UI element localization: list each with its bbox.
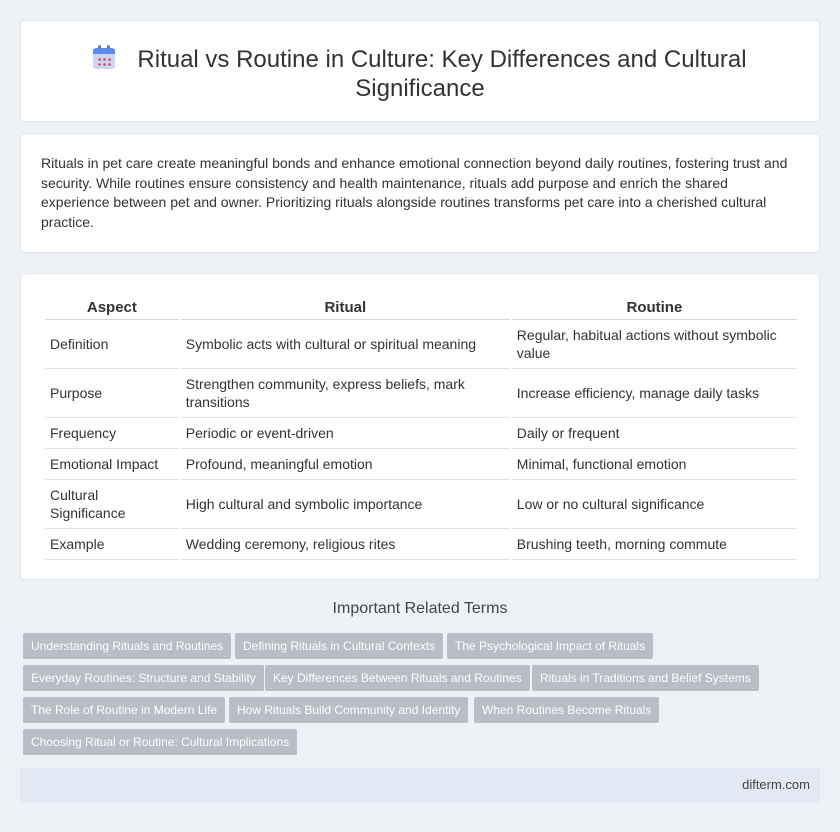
related-term-tag[interactable]: Key Differences Between Rituals and Rout… [265, 665, 530, 691]
related-term-tag[interactable]: Rituals in Traditions and Belief Systems [532, 665, 759, 691]
table-cell-routine: Regular, habitual actions without symbol… [511, 320, 797, 369]
related-term-tag[interactable]: Understanding Rituals and Routines [23, 633, 232, 659]
table-row: Cultural Significance High cultural and … [45, 480, 797, 529]
footer: difterm.com [20, 768, 820, 802]
table-cell-routine: Increase efficiency, manage daily tasks [511, 369, 797, 418]
table-cell-routine: Low or no cultural significance [511, 480, 797, 529]
table-cell-ritual: Periodic or event-driven [180, 418, 510, 449]
page-title: Ritual vs Routine in Culture: Key Differ… [21, 45, 819, 103]
related-term-tag[interactable]: Everyday Routines: Structure and Stabili… [23, 665, 264, 691]
table-cell-aspect: Definition [45, 320, 179, 369]
column-header-ritual: Ritual [180, 296, 510, 320]
calendar-icon [93, 45, 116, 69]
table-cell-ritual: Symbolic acts with cultural or spiritual… [180, 320, 510, 369]
table-row: Frequency Periodic or event-driven Daily… [45, 418, 797, 449]
comparison-table: Aspect Ritual Routine Definition Symboli… [43, 296, 799, 560]
footer-site-link[interactable]: difterm.com [742, 777, 810, 792]
column-header-routine: Routine [511, 296, 797, 320]
table-row: Emotional Impact Profound, meaningful em… [45, 449, 797, 480]
table-cell-routine: Brushing teeth, morning commute [511, 529, 797, 560]
related-terms-heading: Important Related Terms [332, 600, 508, 617]
table-row: Definition Symbolic acts with cultural o… [45, 320, 797, 369]
comparison-table-card: Aspect Ritual Routine Definition Symboli… [20, 273, 820, 580]
title-card: Ritual vs Routine in Culture: Key Differ… [20, 20, 820, 122]
table-row: Example Wedding ceremony, religious rite… [45, 529, 797, 560]
table-cell-ritual: Strengthen community, express beliefs, m… [180, 369, 510, 418]
summary-card: Rituals in pet care create meaningful bo… [20, 133, 820, 253]
table-header-row: Aspect Ritual Routine [45, 296, 797, 320]
summary-text: Rituals in pet care create meaningful bo… [41, 155, 788, 230]
table-cell-aspect: Frequency [45, 418, 179, 449]
table-cell-aspect: Example [45, 529, 179, 560]
table-cell-aspect: Cultural Significance [45, 480, 179, 529]
related-terms-list: Understanding Rituals and Routines Defin… [23, 633, 823, 761]
title-line-2: Significance [355, 75, 485, 102]
related-term-tag[interactable]: The Role of Routine in Modern Life [23, 697, 226, 723]
table-row: Purpose Strengthen community, express be… [45, 369, 797, 418]
table-cell-ritual: High cultural and symbolic importance [180, 480, 510, 529]
table-cell-aspect: Emotional Impact [45, 449, 179, 480]
related-term-tag[interactable]: When Routines Become Rituals [474, 697, 660, 723]
table-cell-ritual: Profound, meaningful emotion [180, 449, 510, 480]
column-header-aspect: Aspect [45, 296, 179, 320]
related-term-tag[interactable]: Defining Rituals in Cultural Contexts [235, 633, 444, 659]
title-line-1: Ritual vs Routine in Culture: Key Differ… [137, 46, 747, 73]
table-cell-routine: Daily or frequent [511, 418, 797, 449]
table-cell-aspect: Purpose [45, 369, 179, 418]
related-term-tag[interactable]: The Psychological Impact of Rituals [447, 633, 654, 659]
related-term-tag[interactable]: Choosing Ritual or Routine: Cultural Imp… [23, 729, 298, 755]
table-cell-routine: Minimal, functional emotion [511, 449, 797, 480]
related-term-tag[interactable]: How Rituals Build Community and Identity [229, 697, 469, 723]
table-cell-ritual: Wedding ceremony, religious rites [180, 529, 510, 560]
